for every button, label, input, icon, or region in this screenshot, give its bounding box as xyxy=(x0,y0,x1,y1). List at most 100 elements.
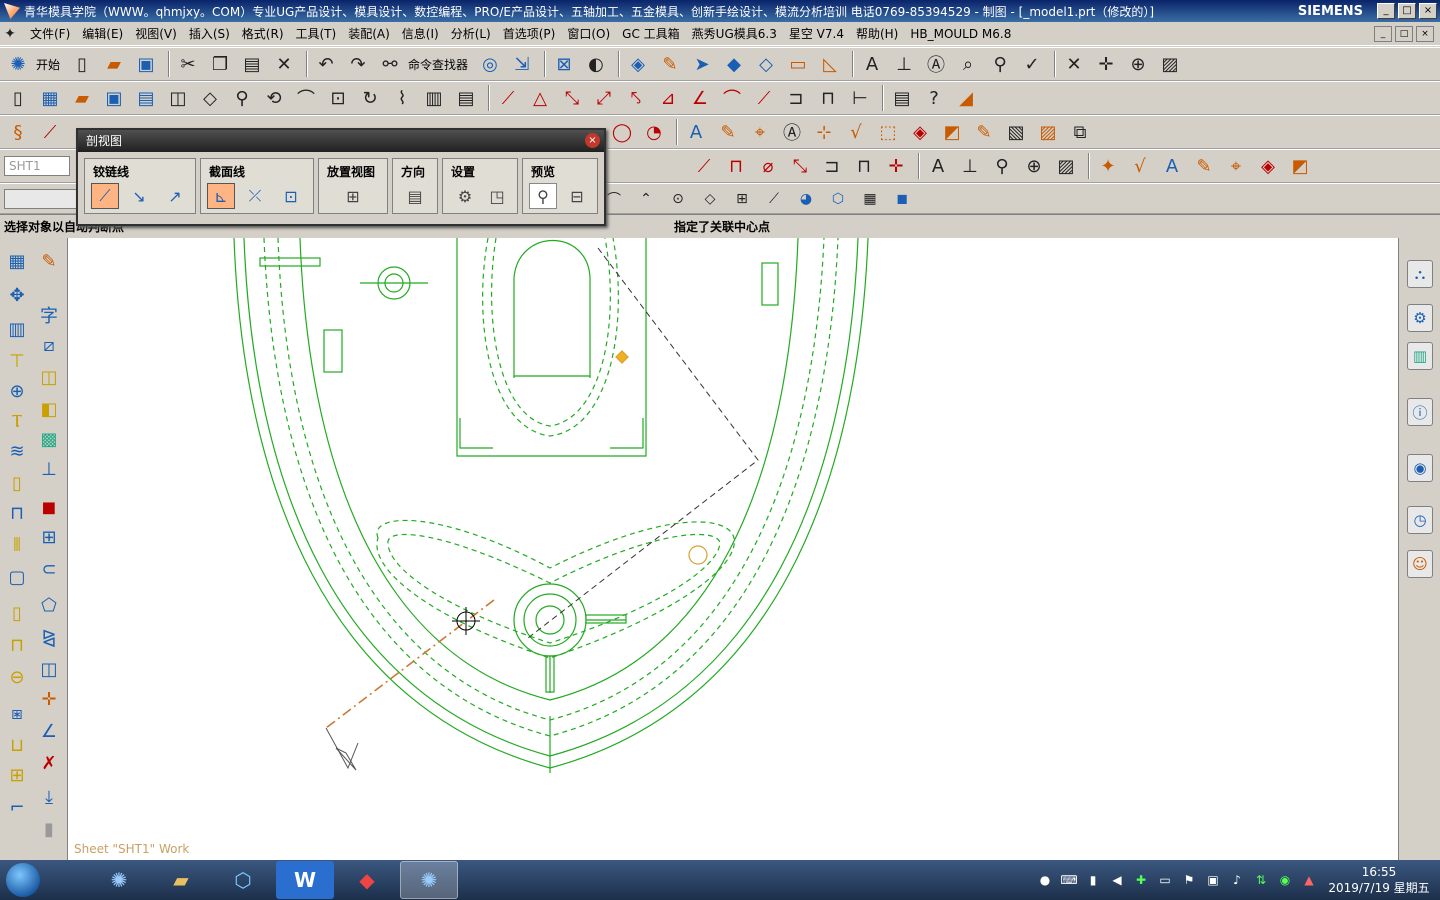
snap-line-icon[interactable]: ⟋ xyxy=(760,185,788,213)
dim-line-icon[interactable]: ⟋ xyxy=(690,152,718,180)
menu-gc-toolbox[interactable]: GC 工具箱 xyxy=(616,25,686,42)
measure-icon[interactable]: ▭ xyxy=(784,50,812,78)
block-icon[interactable]: ◫ xyxy=(36,364,62,390)
nx-taskbar-icon[interactable]: ✺ xyxy=(90,861,148,899)
dim-center-icon[interactable]: ✛ xyxy=(882,152,910,180)
dim-frame-icon[interactable]: ⊐ xyxy=(818,152,846,180)
view-style-icon[interactable]: ▤ xyxy=(452,84,480,112)
magnifier-icon[interactable]: ⚲ xyxy=(529,183,557,209)
menu-info[interactable]: 信息(I) xyxy=(396,25,445,42)
box-icon[interactable]: ◩ xyxy=(938,118,966,146)
text-icon[interactable]: A xyxy=(924,152,952,180)
doc-close-button[interactable]: × xyxy=(1416,25,1434,42)
recorder-app-icon[interactable]: ◆ xyxy=(338,861,396,899)
revolved-section-icon[interactable]: ⟲ xyxy=(260,84,288,112)
snap-grid-icon[interactable]: ▦ xyxy=(856,185,884,213)
start-button[interactable] xyxy=(0,860,46,900)
pipe-icon[interactable]: ⊓ xyxy=(4,632,30,658)
section-view-icon[interactable]: ◇ xyxy=(196,84,224,112)
marker-icon[interactable]: ✎ xyxy=(970,118,998,146)
arc-icon[interactable]: ◔ xyxy=(640,118,668,146)
dim-hole-icon[interactable]: ⊓ xyxy=(722,152,750,180)
align-view-icon[interactable]: ▥ xyxy=(420,84,448,112)
hatch-icon[interactable]: ◢ xyxy=(952,84,980,112)
picture-icon[interactable]: ▨ xyxy=(1052,152,1080,180)
feature-control-icon[interactable]: ✎ xyxy=(714,118,742,146)
box2-icon[interactable]: ◩ xyxy=(1286,152,1314,180)
open-folder-icon[interactable]: ▰ xyxy=(100,50,128,78)
sketch-line-icon[interactable]: ⟋ xyxy=(494,84,522,112)
surface-icon[interactable]: √ xyxy=(1126,152,1154,180)
arrow-up-icon[interactable]: ▲ xyxy=(1300,871,1318,889)
pin-icon[interactable]: ▯ xyxy=(4,470,30,496)
wps-writer-icon[interactable]: W xyxy=(276,861,334,899)
paste-icon[interactable]: ▤ xyxy=(238,50,266,78)
open-sheet-icon[interactable]: ▰ xyxy=(68,84,96,112)
hinge-line-icon[interactable]: ⟋ xyxy=(91,183,119,209)
feature2-icon[interactable]: ◇ xyxy=(752,50,780,78)
menu-analysis[interactable]: 分析(L) xyxy=(445,25,497,42)
datum2-icon[interactable]: ⌖ xyxy=(1222,152,1250,180)
delete-icon[interactable]: ✕ xyxy=(270,50,298,78)
frame-icon[interactable]: ⊞ xyxy=(36,524,62,550)
flag-icon[interactable]: ⚑ xyxy=(1180,871,1198,889)
zoom-icon[interactable]: ⌕ xyxy=(954,50,982,78)
redo-icon[interactable]: ↷ xyxy=(344,50,372,78)
dim-horizontal-icon[interactable]: ⤢ xyxy=(590,84,618,112)
dim-vertical-icon[interactable]: ⤣ xyxy=(622,84,650,112)
dim-angle-icon[interactable]: ∠ xyxy=(686,84,714,112)
mold-base-icon[interactable]: ⧆ xyxy=(4,700,30,726)
weld-symbol-icon[interactable]: ⊹ xyxy=(810,118,838,146)
half-section-icon[interactable]: ⚲ xyxy=(228,84,256,112)
binoculars-icon[interactable]: ⚯ xyxy=(376,50,404,78)
link-icon[interactable]: § xyxy=(4,118,32,146)
axis-icon[interactable]: ✛ xyxy=(36,686,62,712)
direction-icon[interactable]: ▤ xyxy=(401,183,429,209)
centerline-icon[interactable]: ✛ xyxy=(1092,50,1120,78)
move-segment-icon[interactable]: ⊡ xyxy=(277,183,305,209)
base-view-icon[interactable]: ▣ xyxy=(100,84,128,112)
dialog-titlebar[interactable]: 剖视图 × xyxy=(78,130,604,152)
display-icon[interactable]: ▣ xyxy=(1204,871,1222,889)
circle-target-icon[interactable]: ⊕ xyxy=(4,378,30,404)
gate-icon[interactable]: ⊞ xyxy=(4,762,30,788)
web-browser-icon[interactable]: ◉ xyxy=(1407,454,1433,482)
fit-view-icon[interactable]: ⊠ xyxy=(550,50,578,78)
insert-icon[interactable]: ⊔ xyxy=(4,732,30,758)
user-icon[interactable]: ● xyxy=(1036,871,1054,889)
drawing-canvas[interactable]: Sheet "SHT1" Work xyxy=(68,238,1398,860)
style-icon[interactable]: ◳ xyxy=(483,183,511,209)
dim-ordinate-icon[interactable]: ⤡ xyxy=(786,152,814,180)
lifter-icon[interactable]: ⫴ xyxy=(4,532,30,558)
plus-icon[interactable]: ✚ xyxy=(1132,871,1150,889)
slider-icon[interactable]: ⊓ xyxy=(4,500,30,526)
menu-hb-mould[interactable]: HB_MOULD M6.8 xyxy=(904,27,1017,41)
folder-tray-icon[interactable]: ▭ xyxy=(1156,871,1174,889)
menu-file[interactable]: 文件(F) xyxy=(24,25,76,42)
view-boundary-icon[interactable]: ⌇ xyxy=(388,84,416,112)
assembly-navigator-icon[interactable]: ⛬ xyxy=(1407,260,1433,288)
menu-yanxiu[interactable]: 燕秀UG模具6.3 xyxy=(686,25,783,42)
angle-icon[interactable]: ∠ xyxy=(36,718,62,744)
snap-point-icon[interactable]: ◈ xyxy=(624,50,652,78)
tee-icon[interactable]: Ⲧ xyxy=(4,408,30,434)
file-explorer-icon[interactable]: ▰ xyxy=(152,861,210,899)
target-icon[interactable]: ⊕ xyxy=(1124,50,1152,78)
dim-grid-icon[interactable]: ⊓ xyxy=(850,152,878,180)
red-cube-icon[interactable]: ◼ xyxy=(36,494,62,520)
dim-parallel-icon[interactable]: ⊿ xyxy=(654,84,682,112)
dim-radius-icon[interactable]: ⌒ xyxy=(718,84,746,112)
cut-position-icon[interactable]: ⊾ xyxy=(207,183,235,209)
doc-minimize-button[interactable]: _ xyxy=(1374,25,1392,42)
image-insert-icon[interactable]: ▨ xyxy=(1034,118,1062,146)
menu-format[interactable]: 格式(R) xyxy=(236,25,290,42)
weld-icon[interactable]: ✦ xyxy=(1094,152,1122,180)
preview-lock-icon[interactable]: ⊟ xyxy=(563,183,591,209)
datum-icon[interactable]: Ⓐ xyxy=(922,50,950,78)
menu-xingkong[interactable]: 星空 V7.4 xyxy=(783,25,850,42)
flip-direction-icon[interactable]: ↗ xyxy=(161,183,189,209)
sheet-field[interactable]: SHT1 xyxy=(4,156,70,176)
speaker-icon[interactable]: ♪ xyxy=(1228,871,1246,889)
snap-solid-icon[interactable]: ◼ xyxy=(888,185,916,213)
clock[interactable]: 16:55 2019/7/19 星期五 xyxy=(1324,864,1434,896)
